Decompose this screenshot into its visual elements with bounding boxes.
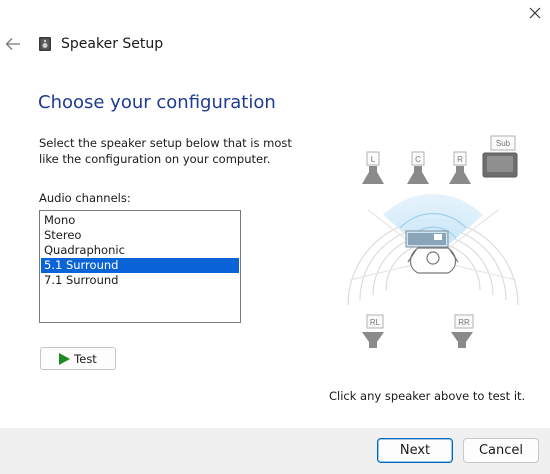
speaker-right-label: R [457,155,463,164]
page-description: Select the speaker setup below that is m… [39,136,292,166]
speaker-left[interactable]: L [362,151,384,184]
channel-option-7-1-surround[interactable]: 7.1 Surround [41,273,239,288]
page-heading: Choose your configuration [38,92,276,113]
back-arrow-icon [5,38,20,50]
close-icon [529,7,541,19]
speaker-center[interactable]: C [407,151,429,184]
audio-channels-list[interactable]: Mono Stereo Quadraphonic 5.1 Surround 7.… [39,210,241,323]
speaker-rear-left-label: RL [370,318,381,327]
next-button[interactable]: Next [377,438,453,463]
channel-option-mono[interactable]: Mono [41,213,239,228]
speaker-rear-left[interactable]: RL [362,314,384,348]
speaker-diagram: L C R Sub RL RR [347,135,519,348]
test-button-label: Test [74,351,97,366]
speaker-app-icon [39,37,51,51]
speaker-rear-right-label: RR [458,318,470,327]
test-button[interactable]: Test [40,347,116,370]
speaker-center-label: C [415,155,421,164]
window-title: Speaker Setup [61,36,164,52]
close-button[interactable] [520,0,550,26]
audio-channels-label: Audio channels: [39,191,131,205]
speaker-right[interactable]: R [449,151,471,184]
channel-option-quadraphonic[interactable]: Quadraphonic [41,243,239,258]
channel-option-5-1-surround[interactable]: 5.1 Surround [41,258,239,273]
cancel-button[interactable]: Cancel [463,438,539,463]
speaker-subwoofer[interactable]: Sub [482,135,518,178]
channel-option-stereo[interactable]: Stereo [41,228,239,243]
speaker-rear-right[interactable]: RR [451,314,474,348]
back-button[interactable] [2,33,24,55]
play-icon [59,352,71,365]
speaker-left-label: L [371,155,376,164]
test-hint: Click any speaker above to test it. [329,389,526,403]
speaker-sub-label: Sub [496,139,511,148]
